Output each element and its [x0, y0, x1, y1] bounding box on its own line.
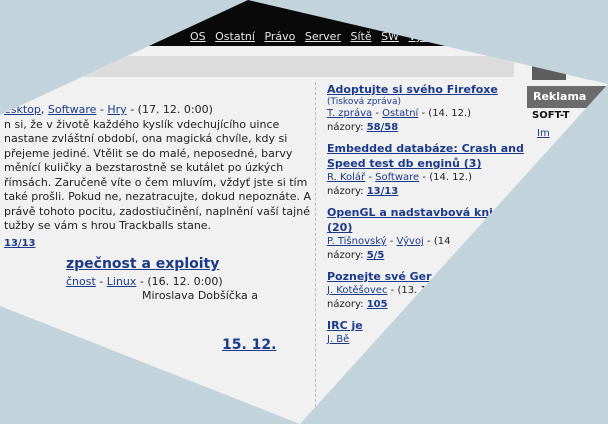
comments-label: názory:	[327, 250, 364, 261]
category-desktop-link[interactable]: esktop	[4, 103, 41, 116]
news-comments-link[interactable]: 13/13	[367, 186, 398, 197]
article1-meta: esktop, Software - Hry - (17. 12. 0:00)	[4, 103, 213, 116]
menu-item-vyvoj[interactable]: Vývoj	[408, 30, 438, 43]
menu-item-sw[interactable]: SW	[381, 30, 399, 43]
news-author-link[interactable]: J. Bě	[327, 334, 349, 345]
news-date: (13. 12.)	[397, 285, 441, 296]
news-comments-row: názory: 105	[327, 298, 527, 312]
top-menu: OS Ostatní Právo Server Sítě SW Vývoj	[190, 30, 445, 43]
sidebar-link[interactable]: Im	[537, 128, 550, 139]
news-title[interactable]: Adoptujte si svého Firefoxe	[327, 83, 498, 96]
news-author-link[interactable]: T. zpráva	[327, 108, 372, 119]
news-date: - (14. 12.)	[422, 172, 472, 183]
news-category-link[interactable]: Vývoj	[397, 236, 424, 247]
news-title[interactable]: Poznejte své Ger	[327, 270, 432, 283]
category-software-link[interactable]: Software	[48, 103, 97, 116]
news-date: - (14	[427, 236, 451, 247]
menu-item-ostatni[interactable]: Ostatní	[215, 30, 255, 43]
news-author-link[interactable]: P. Tišnovský	[327, 236, 387, 247]
right-column: Adoptujte si svého Firefoxe (Tisková zpr…	[327, 82, 527, 347]
news-meta: P. Tišnovský - Vývoj - (14	[327, 236, 451, 247]
menu-item-os[interactable]: OS	[190, 30, 206, 43]
page-background: OS Ostatní Právo Server Sítě SW Vývoj Re…	[0, 0, 608, 424]
article2-title[interactable]: zpečnost a exploity	[66, 256, 219, 272]
news-meta: T. zpráva - Ostatní - (14. 12.)	[327, 108, 472, 119]
article1-comments[interactable]: 13/13	[4, 238, 35, 249]
news-author-link[interactable]: J. Kotěšovec	[327, 285, 387, 296]
news-comments-link[interactable]: 5/5	[367, 250, 385, 261]
article2-date: - (16. 12. 0:00)	[139, 274, 223, 288]
sidebar-subheading: SOFT-T	[532, 110, 570, 121]
article2-text: Miroslava Dobšíčka a	[142, 289, 259, 302]
news-title[interactable]: OpenGL a nadstavbová kni GLU (20)	[327, 206, 521, 234]
menu-item-site[interactable]: Sítě	[350, 30, 371, 43]
article3-title[interactable]: 15. 12.	[222, 337, 276, 353]
menu-item-server[interactable]: Server	[305, 30, 341, 43]
article2-meta: čnost - Linux - (16. 12. 0:00)	[66, 274, 223, 288]
sidebar-heading: Reklama	[527, 86, 608, 108]
news-item: Poznejte své Ger J. Kotěšovec - (13. 12.…	[327, 269, 527, 312]
menu-item-pravo[interactable]: Právo	[264, 30, 295, 43]
rotated-page-viewport: OS Ostatní Právo Server Sítě SW Vývoj Re…	[0, 0, 608, 424]
news-comments-row: názory: 5/5	[327, 249, 527, 263]
article1-date: - (17. 12. 0:00)	[130, 103, 213, 116]
news-subtitle: (Tisková zpráva)	[327, 97, 402, 107]
column-divider	[315, 82, 316, 412]
article1-text: n si, že v životě každého kyslík vdechuj…	[4, 117, 312, 233]
news-item: Adoptujte si svého Firefoxe (Tisková zpr…	[327, 82, 527, 135]
news-date: - (14. 12.)	[421, 108, 472, 119]
comments-label: názory:	[327, 122, 364, 133]
top-navigation-bar: OS Ostatní Právo Server Sítě SW Vývoj	[0, 0, 608, 46]
news-comments-link[interactable]: 58/58	[367, 122, 398, 133]
news-meta: R. Kolář - Software - (14. 12.)	[327, 172, 472, 183]
news-category-link[interactable]: Software	[375, 172, 419, 183]
news-category-link[interactable]: Ostatní	[382, 108, 418, 119]
comments-label: názory:	[327, 299, 364, 310]
category-hry-link[interactable]: Hry	[107, 103, 126, 116]
article2-linux-link[interactable]: Linux	[107, 275, 137, 288]
news-comments-row: názory: 58/58	[327, 121, 527, 135]
news-meta: J. Bě	[327, 333, 527, 347]
news-item: OpenGL a nadstavbová kni GLU (20) P. Tiš…	[327, 205, 527, 263]
article2-category-link[interactable]: čnost	[66, 275, 96, 288]
comments-label: názory:	[327, 186, 364, 197]
news-title[interactable]: IRC je	[327, 319, 363, 332]
subnav-strip	[0, 56, 514, 77]
news-comments-row: názory: 13/13	[327, 185, 527, 199]
news-item: IRC je J. Bě	[327, 318, 527, 347]
news-comments-link[interactable]: 105	[367, 299, 388, 310]
sidebar-corner	[566, 64, 608, 82]
news-item: Embedded databáze: Crash and Speed test …	[327, 141, 527, 199]
news-author-link[interactable]: R. Kolář	[327, 172, 365, 183]
news-meta: J. Kotěšovec - (13. 12.)	[327, 285, 441, 296]
left-column: esktop, Software - Hry - (17. 12. 0:00) …	[4, 103, 312, 353]
news-title[interactable]: Embedded databáze: Crash and Speed test …	[327, 142, 524, 170]
